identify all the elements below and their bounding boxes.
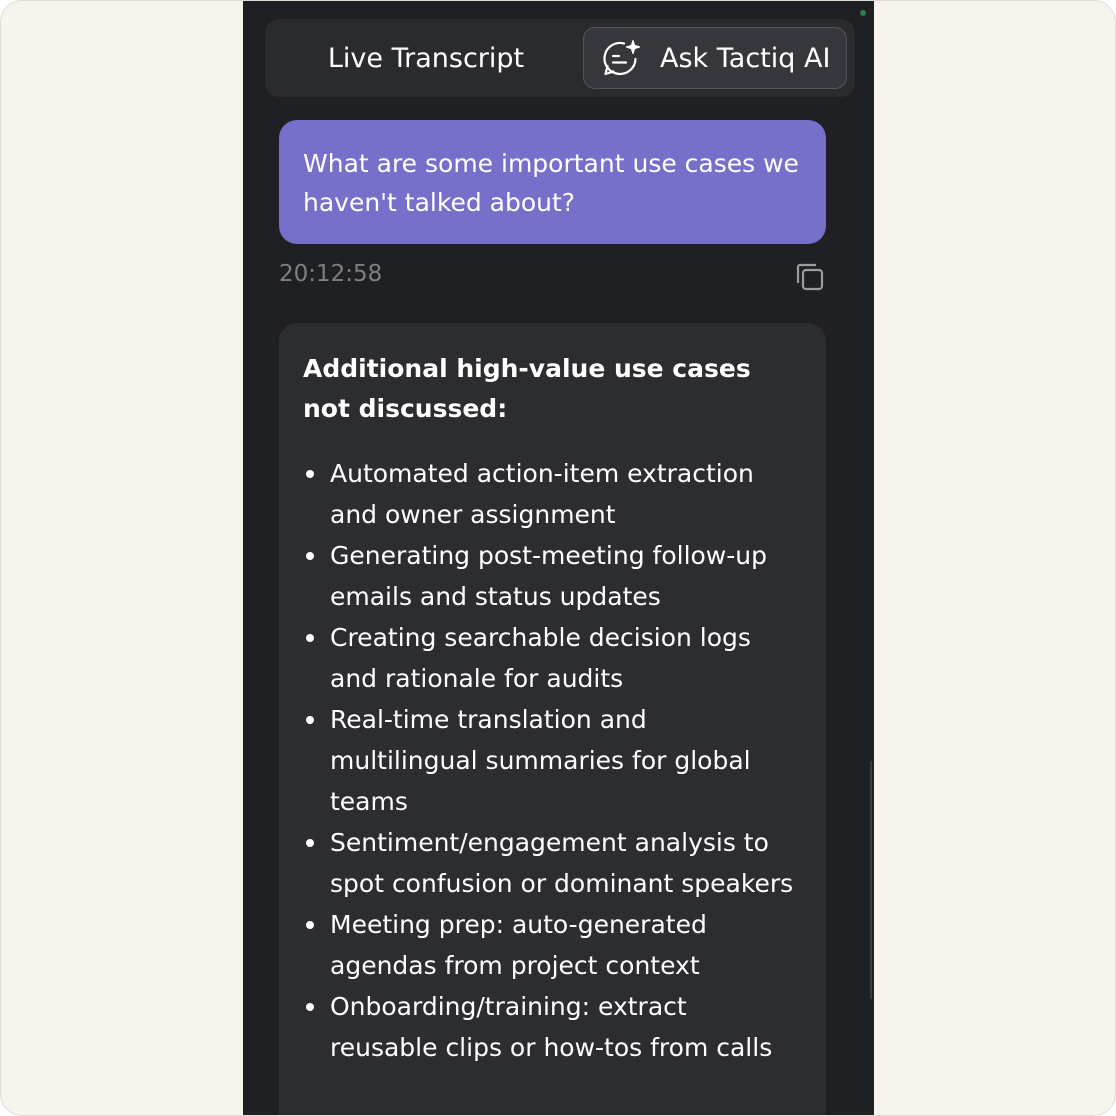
ai-answer-card: Additional high-value use cases not disc… <box>279 323 826 1115</box>
list-item-text: Generating post-meeting follow-up emails… <box>330 541 767 611</box>
page-frame: Live Transcript Ask Tactiq AI What are s… <box>0 0 1116 1116</box>
scrollbar[interactable] <box>870 761 872 999</box>
list-item: Generating post-meeting follow-up emails… <box>303 535 802 617</box>
use-case-list: Automated action-item extraction and own… <box>303 453 802 1068</box>
sidebar-panel: Live Transcript Ask Tactiq AI What are s… <box>243 1 874 1115</box>
list-item: Meeting prep: auto-generated agendas fro… <box>303 904 802 986</box>
list-item: Creating searchable decision logs and ra… <box>303 617 802 699</box>
user-question-text: What are some important use cases we hav… <box>303 149 799 217</box>
answer-heading: Additional high-value use cases not disc… <box>303 354 751 423</box>
list-item: Real-time translation and multilingual s… <box>303 699 802 822</box>
list-item: Sentiment/engagement analysis to spot co… <box>303 822 802 904</box>
bullet-dot <box>306 634 314 642</box>
tab-live-transcript-label: Live Transcript <box>327 42 525 74</box>
list-item: Onboarding/training: extract reusable cl… <box>303 986 802 1068</box>
bullet-dot <box>306 921 314 929</box>
list-item-text: Creating searchable decision logs and ra… <box>330 623 751 693</box>
copy-icon <box>793 263 827 298</box>
copy-button[interactable] <box>793 260 827 294</box>
tab-bar: Live Transcript Ask Tactiq AI <box>265 19 855 97</box>
bullet-dot <box>306 716 314 724</box>
tab-live-transcript[interactable]: Live Transcript <box>265 27 587 89</box>
message-timestamp: 20:12:58 <box>279 261 383 287</box>
list-item: Automated action-item extraction and own… <box>303 453 802 535</box>
list-item-text: Sentiment/engagement analysis to spot co… <box>330 828 794 898</box>
ai-chat-sparkle-icon <box>600 37 642 79</box>
list-item-text: Meeting prep: auto-generated agendas fro… <box>330 910 707 980</box>
bullet-dot <box>306 470 314 478</box>
user-question-bubble: What are some important use cases we hav… <box>279 120 826 244</box>
list-item-text: Real-time translation and multilingual s… <box>330 705 751 816</box>
tab-ask-tactiq-ai[interactable]: Ask Tactiq AI <box>583 27 847 89</box>
tab-ask-tactiq-ai-label: Ask Tactiq AI <box>660 42 831 74</box>
bullet-dot <box>306 1003 314 1011</box>
list-item-text: Onboarding/training: extract reusable cl… <box>330 992 773 1062</box>
status-indicator-dot <box>860 10 866 16</box>
bullet-dot <box>306 839 314 847</box>
bullet-dot <box>306 552 314 560</box>
list-item-text: Automated action-item extraction and own… <box>330 459 754 529</box>
